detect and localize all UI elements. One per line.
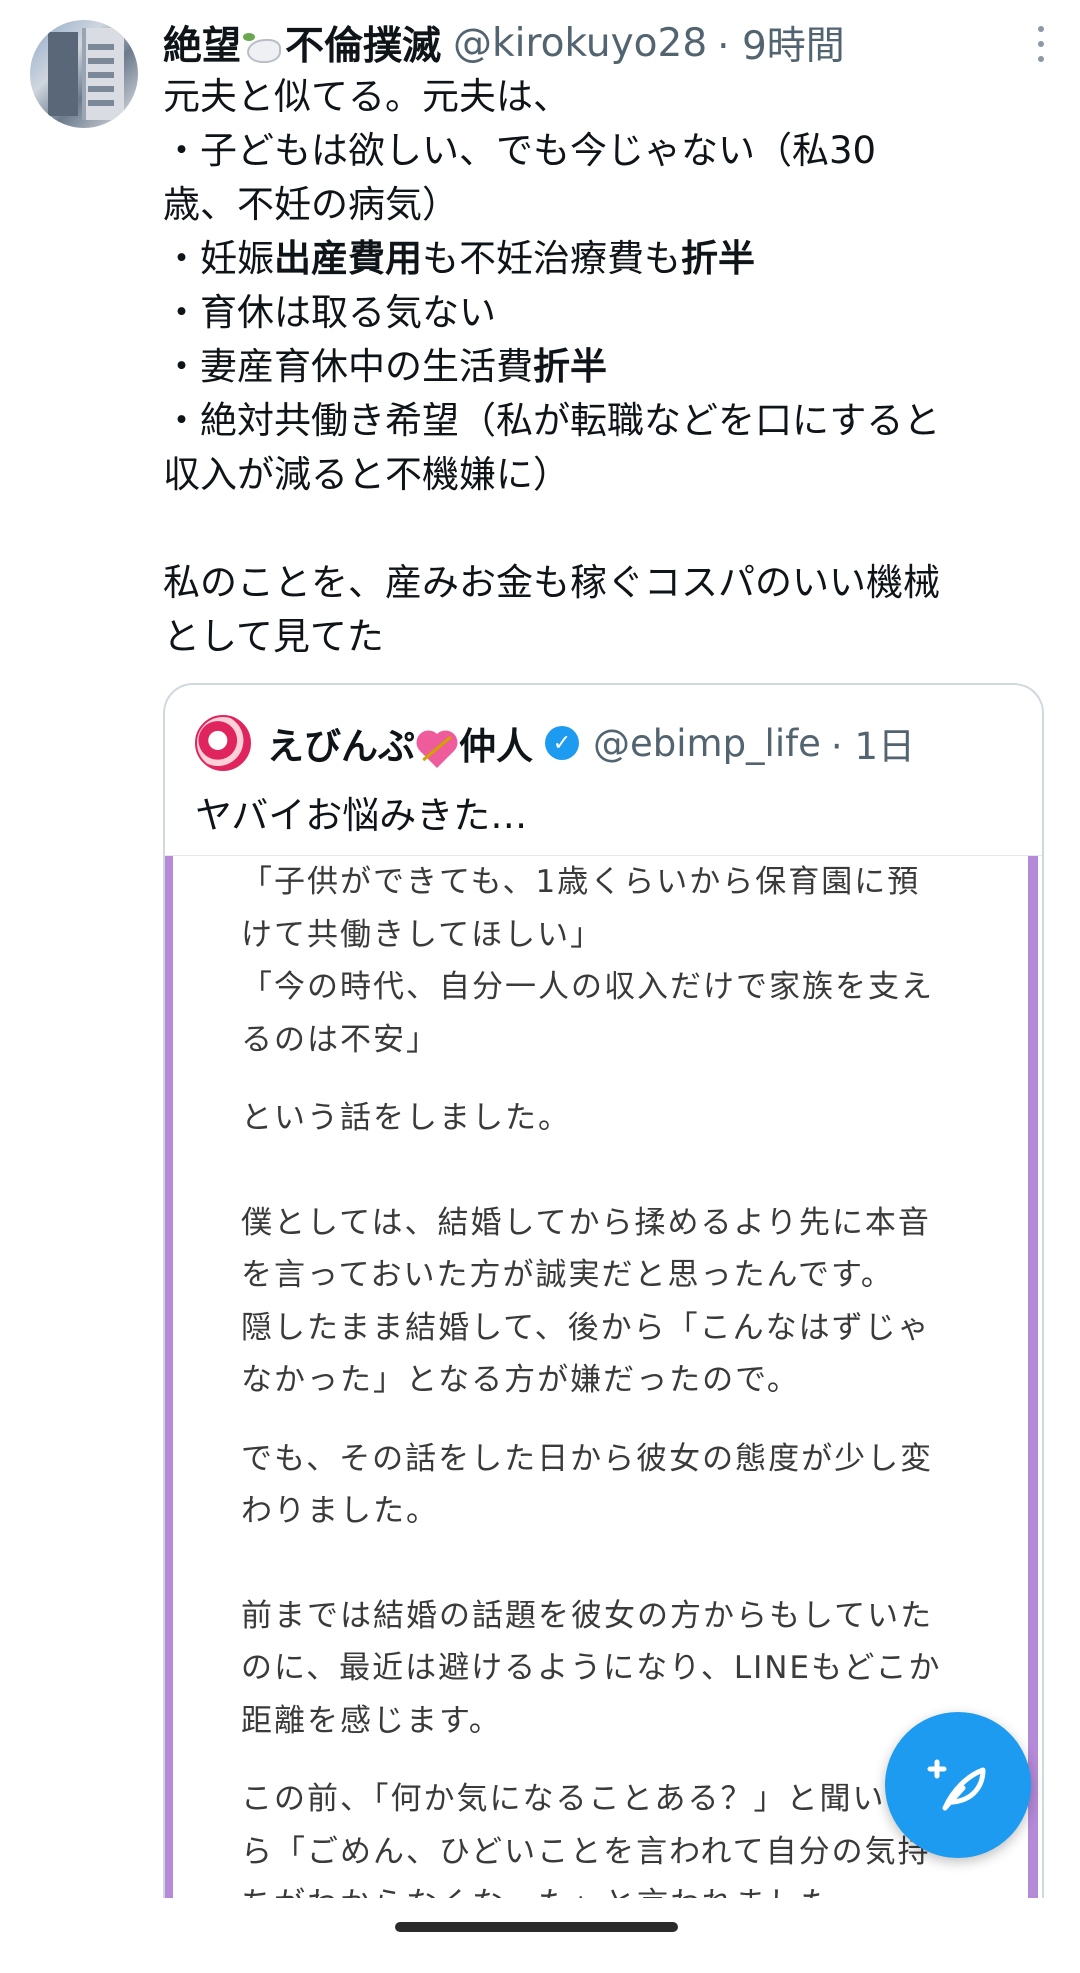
quoted-tweet-text: ヤバイお悩みきた… <box>195 794 528 837</box>
image-border-right <box>1028 856 1038 1973</box>
tweet-text-line: として見てた <box>163 610 1043 664</box>
tweet-text-line: 元夫と似てる。元夫は、 <box>163 70 1043 124</box>
image-text-gap <box>241 1564 1001 1590</box>
image-text-line: けて共働きしてほしい」 <box>241 916 604 953</box>
tweet-header: 絶望 不倫撲滅 @kirokuyo28 · 9時間 <box>163 15 1020 71</box>
tweet-text-segment: ・絶対共働き希望（私が転職などを口にすると <box>163 399 941 442</box>
tweet-text-segment: 元夫と似てる。元夫は、 <box>163 75 570 118</box>
tweet-text-line <box>163 502 1043 556</box>
tweet-text-segment: ・育休は取る気ない <box>163 291 496 334</box>
author-name[interactable]: 絶望 不倫撲滅 <box>163 15 441 71</box>
image-text-line: ら「ごめん、ひどいことを言われて自分の気持 <box>241 1833 931 1870</box>
tweet-text-line: ・子どもは欲しい、でも今じゃない（私30 <box>163 124 1043 178</box>
tweet-text-segment: として見てた <box>163 615 384 658</box>
tweet-text-line: ・育休は取る気ない <box>163 286 1043 340</box>
author-handle[interactable]: @kirokuyo28 <box>453 21 707 66</box>
quoted-tweet-timestamp: · 1日 <box>830 725 915 768</box>
tweet-detail-screen: 絶望 不倫撲滅 @kirokuyo28 · 9時間 元夫と似てる。元夫は、・子ども… <box>0 0 1080 1973</box>
image-text-line: 隠したまま結婚して、後から「こんなはずじゃ <box>241 1309 931 1346</box>
tweet-text-bold: 折半 <box>533 345 607 388</box>
image-text-line: わりました。 <box>241 1493 439 1529</box>
image-text-line: 前までは結婚の話題を彼女の方からもしていた <box>241 1597 934 1634</box>
tweet-text-line: 収入が減ると不機嫌に） <box>163 448 1043 502</box>
tweet-text-segment: 歳、不妊の病気） <box>163 183 459 226</box>
image-text-line: るのは不安」 <box>241 1021 439 1058</box>
author-avatar[interactable] <box>30 20 138 128</box>
tweet-text-segment: ・妊娠 <box>163 237 274 280</box>
home-indicator[interactable] <box>395 1922 678 1932</box>
tweet-text-segment: も不妊治療費も <box>422 237 681 280</box>
image-text-gap <box>241 1171 1001 1197</box>
image-text-line: でも、その話をした日から彼女の態度が少し変 <box>241 1440 934 1477</box>
tweet-text-segment: 収入が減ると不機嫌に） <box>163 453 570 496</box>
tweet-text: 元夫と似てる。元夫は、・子どもは欲しい、でも今じゃない（私30 歳、不妊の病気） ・… <box>163 70 1043 664</box>
image-text-line: を言っておいた方が誠実だと思ったんです。 <box>241 1257 894 1293</box>
tweet-text-segment: ・子どもは欲しい、でも今じゃない（私30 <box>163 129 877 172</box>
image-text-gap <box>241 1538 1001 1564</box>
heart-arrow-emoji-icon <box>417 729 457 769</box>
compose-feather-icon <box>927 1759 986 1811</box>
quoted-author-name[interactable]: えびんぷ 仲人 <box>267 716 533 770</box>
image-text-gap <box>241 1145 1001 1171</box>
image-border-left <box>165 856 173 1973</box>
compose-button[interactable] <box>885 1712 1031 1858</box>
tweet-text-line: ・妊娠出産費用も不妊治療費も折半 <box>163 232 1043 286</box>
dove-emoji-icon <box>243 29 283 69</box>
image-text-line: 「子供ができても、1歳くらいから保育園に預 <box>241 864 921 900</box>
image-text-line: 「今の時代、自分一人の収入だけで家族を支え <box>241 969 934 1005</box>
quoted-tweet-header: えびんぷ 仲人 ✓ @ebimp_life · 1日 <box>195 715 1022 771</box>
tweet-text-segment: ・妻産育休中の生活費 <box>163 345 533 388</box>
tweet-text-line: 歳、不妊の病気） <box>163 178 1043 232</box>
quoted-author-handle: @ebimp_life <box>593 721 821 765</box>
system-nav-area <box>0 1898 1080 1973</box>
quoted-author-avatar[interactable] <box>195 715 251 771</box>
image-text-line: のに、最近は避けるようになり、LINEもどこか <box>241 1650 942 1686</box>
image-text-line: なかった」となる方が嫌だったので。 <box>241 1362 800 1398</box>
more-options-icon[interactable] <box>1036 26 1046 62</box>
image-text-gap <box>241 1407 1001 1433</box>
tweet-text-line: ・絶対共働き希望（私が転職などを口にすると <box>163 394 1043 448</box>
image-text-line: 距離を感じます。 <box>241 1702 502 1739</box>
image-text-line: という話をしました。 <box>241 1100 571 1136</box>
tweet-text-line: ・妻産育休中の生活費折半 <box>163 340 1043 394</box>
tweet-text-line: 私のことを、産みお金も稼ぐコスパのいい機械 <box>163 556 1043 610</box>
image-text-gap <box>241 1066 1001 1092</box>
tweet-text-segment: 私のことを、産みお金も稼ぐコスパのいい機械 <box>163 561 940 604</box>
verified-badge-icon: ✓ <box>545 726 579 760</box>
tweet-text-bold: 出産費用 <box>274 237 422 280</box>
image-text-line: 僕としては、結婚してから揉めるより先に本音 <box>241 1204 931 1241</box>
tweet-timestamp[interactable]: · 9時間 <box>717 15 845 71</box>
tweet-text-bold: 折半 <box>681 237 755 280</box>
